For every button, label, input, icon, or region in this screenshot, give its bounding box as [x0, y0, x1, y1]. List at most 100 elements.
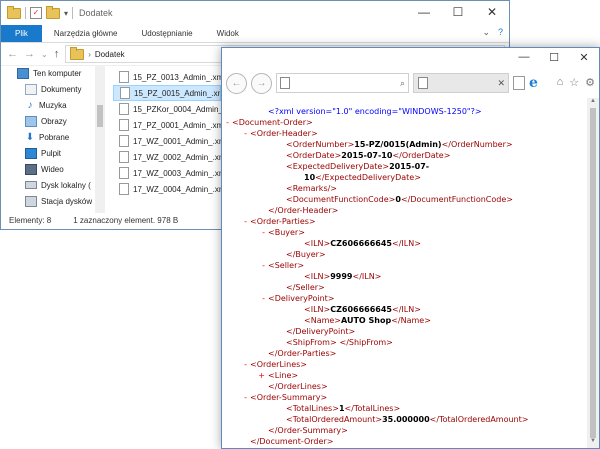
search-icon[interactable]: ⌕ [400, 78, 408, 89]
settings-gear-icon[interactable]: ⚙ [585, 76, 595, 89]
file-row[interactable]: 17_WZ_0002_Admin_.xml [113, 149, 221, 165]
file-row[interactable]: 15_PZKor_0004_Admin_.xml [113, 101, 221, 117]
xml-line: <ILN>9999</ILN> [222, 271, 587, 282]
nav-item[interactable]: Wideo [1, 161, 105, 177]
computer-icon [17, 67, 29, 79]
file-row[interactable]: 15_PZ_0013_Admin_.xml [113, 69, 221, 85]
xml-tag: <Seller> [268, 261, 305, 270]
back-arrow-icon[interactable]: ← [7, 48, 18, 60]
xml-line: <Remarks/> [222, 183, 587, 194]
nav-item[interactable]: ♪ Muzyka [1, 97, 105, 113]
close-tab-icon[interactable]: ✕ [497, 78, 508, 89]
breadcrumb[interactable]: Dodatek [95, 50, 125, 59]
collapse-node-toggle[interactable]: - [222, 392, 250, 403]
xml-line: - <Document-Order> [222, 117, 587, 128]
nav-item[interactable]: Stacja dysków [1, 193, 105, 209]
xml-value: 15-PZ/0015(Admin) [354, 140, 442, 149]
scroll-up-icon[interactable]: ▲ [587, 98, 599, 108]
collapse-node-toggle[interactable]: - [222, 216, 250, 227]
xml-tag: </OrderNumber> [441, 140, 513, 149]
video-icon [25, 163, 37, 175]
forward-button[interactable]: → [251, 72, 272, 94]
xml-document-view: <?xml version="1.0" encoding="WINDOWS-12… [222, 98, 587, 448]
scrollbar-thumb[interactable] [590, 108, 596, 438]
nav-item-label: Ten komputer [33, 68, 82, 78]
xml-line: <ShipFrom> </ShipFrom> [222, 337, 587, 348]
xml-tag: <TotalOrderedAmount> [286, 415, 383, 424]
xml-tag: </OrderLines> [268, 382, 328, 391]
collapse-node-toggle[interactable]: - [222, 227, 268, 238]
tab-home[interactable]: Narzędzia główne [42, 25, 130, 42]
xml-file-icon [119, 151, 129, 163]
recent-locations-icon[interactable]: ⌄ [41, 50, 48, 59]
file-row[interactable]: 15_PZ_0015_Admin_.xml [113, 85, 221, 101]
xml-line: 10</ExpectedDeliveryDate> [222, 172, 587, 183]
navigation-scrollbar[interactable] [95, 65, 105, 213]
nav-item[interactable]: ⬇ Pobrane [1, 129, 105, 145]
ie-titlebar: — ☐ ✕ [222, 48, 599, 68]
xml-value: 2015-07-10 [341, 151, 393, 160]
customize-toolbar-icon[interactable]: ▾ [64, 9, 68, 18]
expand-ribbon-icon[interactable]: ⌄ [482, 27, 490, 38]
xml-file-icon [119, 167, 129, 179]
favorites-star-icon[interactable]: ☆ [569, 76, 579, 89]
scroll-down-icon[interactable]: ▼ [587, 438, 599, 448]
help-icon[interactable]: ? [498, 27, 503, 38]
new-folder-icon[interactable] [46, 5, 60, 19]
file-row[interactable]: 17_WZ_0003_Admin_.xml [113, 165, 221, 181]
ie-address-bar[interactable]: ⌕ [276, 73, 409, 93]
tab-share[interactable]: Udostępnianie [129, 25, 204, 42]
xml-tag: </ILN> [392, 239, 421, 248]
minimize-button[interactable]: — [509, 48, 539, 66]
nav-item[interactable]: Pulpit [1, 145, 105, 161]
scrollbar-thumb[interactable] [97, 105, 103, 127]
forward-arrow-icon[interactable]: → [24, 48, 35, 60]
file-row[interactable]: 17_WZ_0001_Admin_.xml [113, 133, 221, 149]
close-button[interactable]: ✕ [569, 48, 599, 66]
xml-line: + <Line> [222, 370, 587, 381]
breadcrumb-chevron-icon[interactable]: › [88, 50, 91, 59]
xml-line: <TotalLines>1</TotalLines> [222, 403, 587, 414]
xml-declaration: <?xml version="1.0" encoding="WINDOWS-12… [268, 107, 482, 116]
xml-line: - <OrderLines> [222, 359, 587, 370]
maximize-button[interactable]: ☐ [441, 1, 475, 23]
nav-item-label: Muzyka [39, 100, 67, 110]
collapse-node-toggle[interactable]: - [222, 128, 250, 139]
collapse-node-toggle[interactable]: - [222, 260, 268, 271]
back-button[interactable]: ← [226, 72, 247, 94]
nav-item[interactable]: Dysk lokalny ( [1, 177, 105, 193]
browser-tab[interactable]: ✕ [413, 73, 509, 93]
new-tab-icon[interactable] [513, 76, 525, 90]
expand-node-toggle[interactable]: + [222, 370, 268, 381]
folder-icon [7, 5, 21, 19]
tab-view[interactable]: Widok [205, 25, 251, 42]
xml-tag: <ShipFrom> [286, 338, 337, 347]
nav-item[interactable]: Dokumenty [1, 81, 105, 97]
file-name: 17_PZ_0001_Admin_.xml [133, 120, 221, 130]
close-button[interactable]: ✕ [475, 1, 509, 23]
home-icon[interactable]: ⌂ [557, 76, 564, 89]
nav-item[interactable]: Ten komputer [1, 65, 105, 81]
xml-tag: <DeliveryPoint> [268, 294, 335, 303]
xml-tag: </ILN> [392, 305, 421, 314]
file-row[interactable]: 17_WZ_0004_Admin_.xml [113, 181, 221, 197]
properties-icon[interactable]: ✓ [30, 7, 42, 19]
xml-line: </DeliveryPoint> [222, 326, 587, 337]
xml-tag: <Buyer> [268, 228, 305, 237]
file-row[interactable]: 17_PZ_0001_Admin_.xml [113, 117, 221, 133]
collapse-node-toggle[interactable]: - [222, 359, 250, 370]
minimize-button[interactable]: — [407, 1, 441, 23]
nav-item[interactable]: Obrazy [1, 113, 105, 129]
xml-tag: <ILN> [304, 239, 331, 248]
xml-value: AUTO Shop [341, 316, 392, 325]
music-icon: ♪ [27, 99, 33, 111]
ribbon-right-controls: ⌄ ? [482, 27, 503, 38]
collapse-node-toggle[interactable]: - [222, 117, 232, 128]
xml-file-icon [119, 135, 129, 147]
maximize-button[interactable]: ☐ [539, 48, 569, 66]
window-controls: — ☐ ✕ [407, 1, 509, 23]
up-arrow-icon[interactable]: ↑ [54, 48, 60, 60]
tab-file[interactable]: Plik [1, 25, 42, 42]
ie-vertical-scrollbar[interactable]: ▲ ▼ [587, 98, 599, 448]
collapse-node-toggle[interactable]: - [222, 293, 268, 304]
